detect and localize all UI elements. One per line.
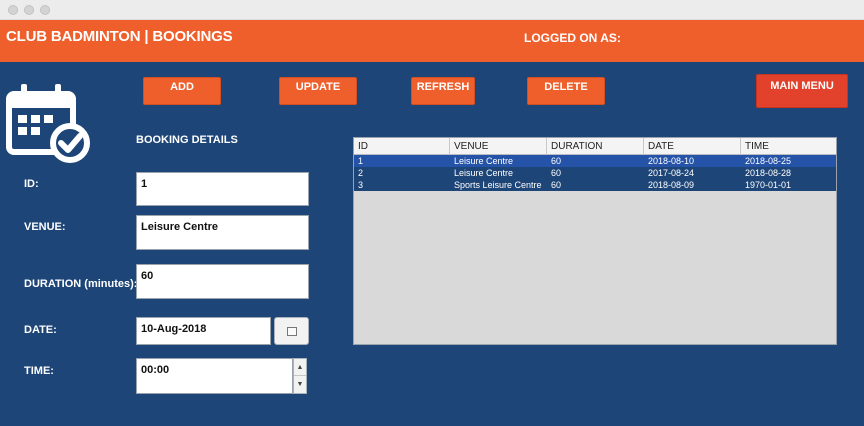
logged-on-label: LOGGED ON AS: xyxy=(524,31,621,45)
cell-time: 1970-01-01 xyxy=(745,180,792,190)
add-button[interactable]: ADD xyxy=(143,77,221,105)
window-titlebar xyxy=(0,0,864,20)
delete-button[interactable]: DELETE xyxy=(527,77,605,105)
bookings-table[interactable]: ID VENUE DURATION DATE TIME 1 Leisure Ce… xyxy=(353,137,837,345)
cell-id: 3 xyxy=(358,180,364,190)
column-header-date[interactable]: DATE xyxy=(644,138,741,155)
column-header-time[interactable]: TIME xyxy=(741,138,836,155)
cell-time: 2018-08-25 xyxy=(745,156,792,166)
app-header: CLUB BADMINTON | BOOKINGS LOGGED ON AS: xyxy=(0,20,864,62)
date-label: DATE: xyxy=(24,324,57,336)
duration-label: DURATION (minutes): xyxy=(24,278,138,290)
refresh-button[interactable]: REFRESH xyxy=(411,77,475,105)
date-picker-button[interactable] xyxy=(274,317,309,345)
table-row[interactable]: 2 Leisure Centre 60 2017-08-24 2018-08-2… xyxy=(354,167,836,179)
booking-details-heading: BOOKING DETAILS xyxy=(136,134,238,146)
time-label: TIME: xyxy=(24,365,54,377)
duration-field[interactable]: 60 xyxy=(136,264,309,299)
cell-duration: 60 xyxy=(551,168,562,178)
venue-field[interactable]: Leisure Centre xyxy=(136,215,309,250)
cell-duration: 60 xyxy=(551,180,562,190)
cell-date: 2017-08-24 xyxy=(648,168,695,178)
date-field[interactable]: 10-Aug-2018 xyxy=(136,317,271,345)
minimize-window-icon[interactable] xyxy=(24,5,34,15)
main-panel: ADD UPDATE REFRESH DELETE MAIN MENU BOOK… xyxy=(0,62,864,426)
spinner-down-icon[interactable]: ▼ xyxy=(294,376,306,393)
cell-venue: Leisure Centre xyxy=(454,156,514,166)
spinner-up-icon[interactable]: ▲ xyxy=(294,359,306,376)
column-header-id[interactable]: ID xyxy=(354,138,450,155)
update-button[interactable]: UPDATE xyxy=(279,77,357,105)
time-spinner[interactable]: ▲ ▼ xyxy=(293,358,307,394)
zoom-window-icon[interactable] xyxy=(40,5,50,15)
table-row[interactable]: 1 Leisure Centre 60 2018-08-10 2018-08-2… xyxy=(354,155,836,167)
venue-label: VENUE: xyxy=(24,221,66,233)
calendar-check-icon xyxy=(6,84,90,163)
cell-date: 2018-08-09 xyxy=(648,180,695,190)
app-title: CLUB BADMINTON | BOOKINGS xyxy=(6,28,233,45)
main-menu-button[interactable]: MAIN MENU xyxy=(756,74,848,108)
cell-id: 2 xyxy=(358,168,364,178)
cell-venue: Leisure Centre xyxy=(454,168,514,178)
column-header-venue[interactable]: VENUE xyxy=(450,138,547,155)
cell-duration: 60 xyxy=(551,156,562,166)
calendar-icon xyxy=(287,327,297,336)
table-row[interactable]: 3 Sports Leisure Centre 60 2018-08-09 19… xyxy=(354,179,836,191)
id-field[interactable]: 1 xyxy=(136,172,309,206)
table-header: ID VENUE DURATION DATE TIME xyxy=(354,138,836,155)
time-field[interactable]: 00:00 xyxy=(136,358,293,394)
cell-id: 1 xyxy=(358,156,364,166)
cell-venue: Sports Leisure Centre xyxy=(454,180,542,190)
column-header-duration[interactable]: DURATION xyxy=(547,138,644,155)
close-window-icon[interactable] xyxy=(8,5,18,15)
cell-time: 2018-08-28 xyxy=(745,168,792,178)
cell-date: 2018-08-10 xyxy=(648,156,695,166)
id-label: ID: xyxy=(24,178,39,190)
